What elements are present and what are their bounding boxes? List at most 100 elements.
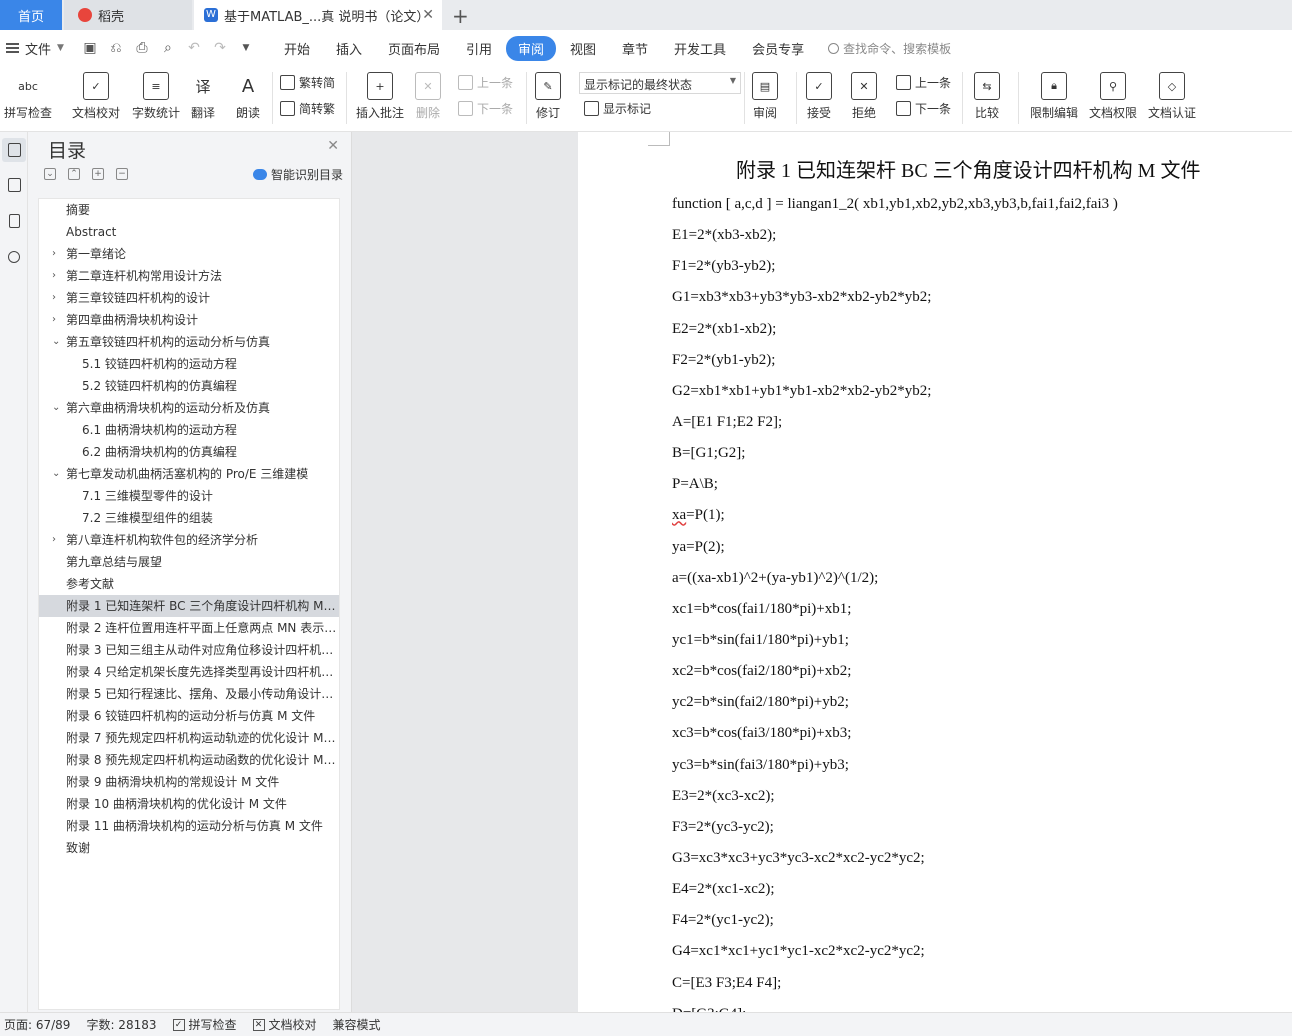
toc-item[interactable]: 第九章总结与展望 [39, 551, 339, 573]
remove-heading-icon[interactable]: − [116, 168, 128, 180]
tab-view[interactable]: 视图 [558, 36, 608, 61]
track-changes-button[interactable]: ✎ 修订 [535, 72, 561, 121]
command-search[interactable]: 查找命令、搜索模板 [828, 40, 951, 57]
markup-state-select[interactable]: 显示标记的最终状态 ▼ [579, 72, 741, 94]
read-aloud-button[interactable]: A 朗读 [235, 72, 261, 121]
print-icon[interactable]: ⎙ [134, 40, 150, 56]
smart-toc-button[interactable]: 智能识别目录 [252, 166, 343, 183]
toc-item[interactable]: ⌄ 第六章曲柄滑块机构的运动分析及仿真 [39, 397, 339, 419]
page-count[interactable]: 页面: 67/89 [4, 1016, 70, 1033]
reject-button[interactable]: ✕ 拒绝 [851, 72, 877, 121]
toc-item[interactable]: 附录 2 连杆位置用连杆平面上任意两点 MN 表示时的设计 M 文件 [39, 617, 339, 639]
insert-comment-button[interactable]: + 插入批注 [356, 72, 404, 121]
restrict-edit-button[interactable]: 🔒︎ 限制编辑 [1030, 72, 1078, 121]
save-icon[interactable]: ▣ [82, 40, 98, 56]
document-page[interactable]: 附录 1 已知连架杆 BC 三个角度设计四杆机构 M 文件 function [… [578, 132, 1292, 1012]
toc-item[interactable]: 附录 3 已知三组主从动件对应角位移设计四杆机构 M 文件 [39, 639, 339, 661]
more-icon[interactable]: ▼ [238, 40, 254, 56]
accept-button[interactable]: ✓ 接受 [806, 72, 832, 121]
word-count-button[interactable]: ≡ 字数统计 [132, 72, 180, 121]
close-icon[interactable]: ✕ [422, 7, 434, 23]
show-markup-button[interactable]: 显示标记 [584, 100, 651, 117]
toc-item[interactable]: 5.1 铰链四杆机构的运动方程 [39, 353, 339, 375]
toc-panel-icon[interactable] [2, 138, 26, 162]
trad-to-simp-button[interactable]: 繁转简 [280, 74, 335, 91]
chevron-down-icon[interactable]: ⌄ [52, 397, 60, 419]
spelling-error-mark[interactable]: xa [672, 507, 686, 523]
chapter-nav-icon[interactable] [5, 176, 23, 194]
tab-section[interactable]: 章节 [610, 36, 660, 61]
toc-item-selected[interactable]: 附录 1 已知连架杆 BC 三个角度设计四杆机构 M 文件 [39, 595, 339, 617]
toc-item[interactable]: 6.1 曲柄滑块机构的运动方程 [39, 419, 339, 441]
chevron-right-icon[interactable]: › [52, 265, 56, 287]
toc-item[interactable]: Abstract [39, 221, 339, 243]
chevron-down-icon[interactable]: ⌄ [52, 463, 60, 485]
toc-item[interactable]: 附录 11 曲柄滑块机构的运动分析与仿真 M 文件 [39, 815, 339, 837]
add-heading-icon[interactable]: + [92, 168, 104, 180]
tab-insert[interactable]: 插入 [324, 36, 374, 61]
toc-item[interactable]: 附录 7 预先规定四杆机构运动轨迹的优化设计 M 文件 [39, 727, 339, 749]
toc-item[interactable]: › 第四章曲柄滑块机构设计 [39, 309, 339, 331]
doc-cert-button[interactable]: ◇ 文档认证 [1148, 72, 1196, 121]
toc-item[interactable]: 7.1 三维模型零件的设计 [39, 485, 339, 507]
tab-home[interactable]: 首页 [0, 0, 62, 30]
tab-review[interactable]: 审阅 [506, 35, 557, 61]
doc-proof-button[interactable]: ✓ 文档校对 [72, 72, 120, 121]
simp-to-trad-button[interactable]: 简转繁 [280, 100, 335, 117]
toc-item[interactable]: 摘要 [39, 199, 339, 221]
tab-developer[interactable]: 开发工具 [662, 36, 738, 61]
spell-check-toggle[interactable]: ✓ 拼写检查 [172, 1016, 237, 1033]
toc-item[interactable]: 7.2 三维模型组件的组装 [39, 507, 339, 529]
review-pane-button[interactable]: ▤ 审阅 [752, 72, 778, 121]
compare-button[interactable]: ⇆ 比较 [974, 72, 1000, 121]
spell-check-button[interactable]: abc 拼写检查 [4, 72, 52, 121]
find-icon[interactable] [5, 248, 23, 266]
tab-daoke[interactable]: 稻壳 [64, 0, 192, 30]
toc-item[interactable]: ⌄ 第五章铰链四杆机构的运动分析与仿真 [39, 331, 339, 353]
toc-item[interactable]: 附录 6 铰链四杆机构的运动分析与仿真 M 文件 [39, 705, 339, 727]
format-painter-icon[interactable]: ⎌ [108, 40, 124, 56]
tab-references[interactable]: 引用 [454, 36, 504, 61]
toc-item[interactable]: 附录 9 曲柄滑块机构的常规设计 M 文件 [39, 771, 339, 793]
toc-item[interactable]: ⌄ 第七章发动机曲柄活塞机构的 Pro/E 三维建模 [39, 463, 339, 485]
chevron-right-icon[interactable]: › [52, 287, 56, 309]
expand-all-icon[interactable]: ⌄ [44, 168, 56, 180]
tab-member[interactable]: 会员专享 [740, 36, 816, 61]
chevron-right-icon[interactable]: › [52, 529, 56, 551]
toc-item[interactable]: 致谢 [39, 837, 339, 859]
chevron-down-icon[interactable]: ⌄ [52, 331, 60, 353]
toc-item[interactable]: 附录 10 曲柄滑块机构的优化设计 M 文件 [39, 793, 339, 815]
chevron-right-icon[interactable]: › [52, 243, 56, 265]
next-comment-button[interactable]: 下一条 [458, 100, 513, 117]
translate-button[interactable]: 译 翻译 [190, 72, 216, 121]
print-preview-icon[interactable]: ⌕ [160, 40, 176, 56]
tab-document[interactable]: W 基于MATLAB_...真 说明书（论文） ✕ [194, 0, 442, 30]
file-menu[interactable]: 文件 ▼ [6, 39, 64, 58]
undo-icon[interactable]: ↶ [186, 40, 202, 56]
toc-item[interactable]: › 第二章连杆机构常用设计方法 [39, 265, 339, 287]
toc-item[interactable]: › 第一章绪论 [39, 243, 339, 265]
doc-proof-toggle[interactable]: ✕ 文档校对 [252, 1016, 317, 1033]
word-count[interactable]: 字数: 28183 [86, 1016, 156, 1033]
delete-comment-button[interactable]: ✕ 删除 [415, 72, 441, 121]
toc-item[interactable]: 附录 4 只给定机架长度先选择类型再设计四杆机构 M 文件 [39, 661, 339, 683]
next-change-button[interactable]: 下一条 [896, 100, 951, 117]
chevron-right-icon[interactable]: › [52, 309, 56, 331]
toc-item[interactable]: 参考文献 [39, 573, 339, 595]
prev-comment-button[interactable]: 上一条 [458, 74, 513, 91]
toc-item[interactable]: 附录 5 已知行程速比、摆角、及最小传动角设计四杆机构 M 文件 [39, 683, 339, 705]
prev-change-button[interactable]: 上一条 [896, 74, 951, 91]
bookmark-icon[interactable] [5, 212, 23, 230]
new-tab-plus-icon[interactable]: + [452, 4, 469, 28]
close-icon[interactable]: ✕ [327, 138, 339, 154]
doc-permission-button[interactable]: ⚲ 文档权限 [1089, 72, 1137, 121]
tab-page-layout[interactable]: 页面布局 [376, 36, 452, 61]
toc-item[interactable]: 6.2 曲柄滑块机构的仿真编程 [39, 441, 339, 463]
toc-item[interactable]: 附录 8 预先规定四杆机构运动函数的优化设计 M 文件 [39, 749, 339, 771]
collapse-all-icon[interactable]: ⌃ [68, 168, 80, 180]
toc-item[interactable]: 5.2 铰链四杆机构的仿真编程 [39, 375, 339, 397]
toc-item[interactable]: › 第八章连杆机构软件包的经济学分析 [39, 529, 339, 551]
toc-item[interactable]: › 第三章铰链四杆机构的设计 [39, 287, 339, 309]
tab-start[interactable]: 开始 [272, 36, 322, 61]
redo-icon[interactable]: ↷ [212, 40, 228, 56]
